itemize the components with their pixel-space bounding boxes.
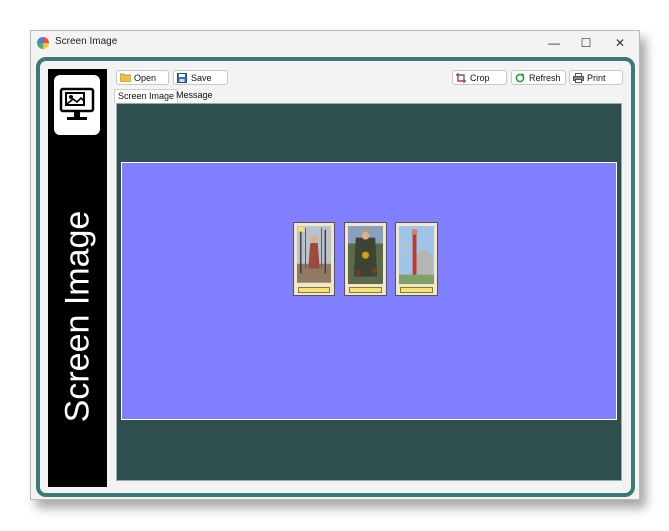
title-bar[interactable]: Screen Image — ☐ ✕	[31, 31, 639, 55]
minimize-button[interactable]: —	[537, 31, 571, 55]
sidebar: Screen Image	[48, 69, 107, 487]
maximize-button[interactable]: ☐	[569, 31, 603, 55]
sidebar-title: Screen Image	[48, 154, 107, 479]
tab-message[interactable]: Message	[173, 89, 216, 103]
tarot-card-icon	[399, 226, 434, 285]
app-window: Screen Image — ☐ ✕ Screen Image Open Sav…	[30, 30, 640, 500]
crop-label: Crop	[470, 72, 490, 83]
tab-screen-image[interactable]: Screen Image	[114, 89, 179, 103]
card-caption	[400, 287, 433, 293]
print-button[interactable]: Print	[569, 70, 623, 85]
refresh-icon	[515, 73, 526, 83]
open-button[interactable]: Open	[116, 70, 169, 85]
print-label: Print	[587, 72, 606, 83]
main-frame: Screen Image Open Save Crop Refresh Prin…	[36, 57, 635, 497]
refresh-button[interactable]: Refresh	[511, 70, 566, 85]
image-view	[116, 103, 622, 481]
floppy-disk-icon	[177, 73, 188, 83]
card-caption	[298, 287, 330, 293]
save-button[interactable]: Save	[173, 70, 228, 85]
tarot-card-icon	[348, 226, 383, 285]
crop-button[interactable]: Crop	[452, 70, 507, 85]
printer-icon	[573, 73, 584, 83]
card-caption	[349, 287, 382, 293]
window-title: Screen Image	[55, 36, 118, 47]
crop-icon	[456, 73, 467, 83]
card-ace-of-wands	[395, 222, 438, 296]
app-icon	[37, 37, 49, 49]
image-canvas[interactable]	[121, 162, 617, 420]
card-king-of-coins	[344, 222, 387, 296]
close-button[interactable]: ✕	[603, 31, 637, 55]
refresh-label: Refresh	[529, 72, 561, 83]
card-swords	[293, 222, 335, 296]
screen-image-logo-icon	[54, 75, 100, 135]
tab-message-label: Message	[176, 90, 213, 100]
open-label: Open	[134, 72, 157, 83]
tab-screen-image-label: Screen Image	[118, 91, 175, 101]
folder-icon	[119, 73, 132, 83]
sidebar-title-text: Screen Image	[58, 210, 97, 423]
save-label: Save	[191, 72, 212, 83]
tarot-card-icon	[297, 226, 331, 283]
